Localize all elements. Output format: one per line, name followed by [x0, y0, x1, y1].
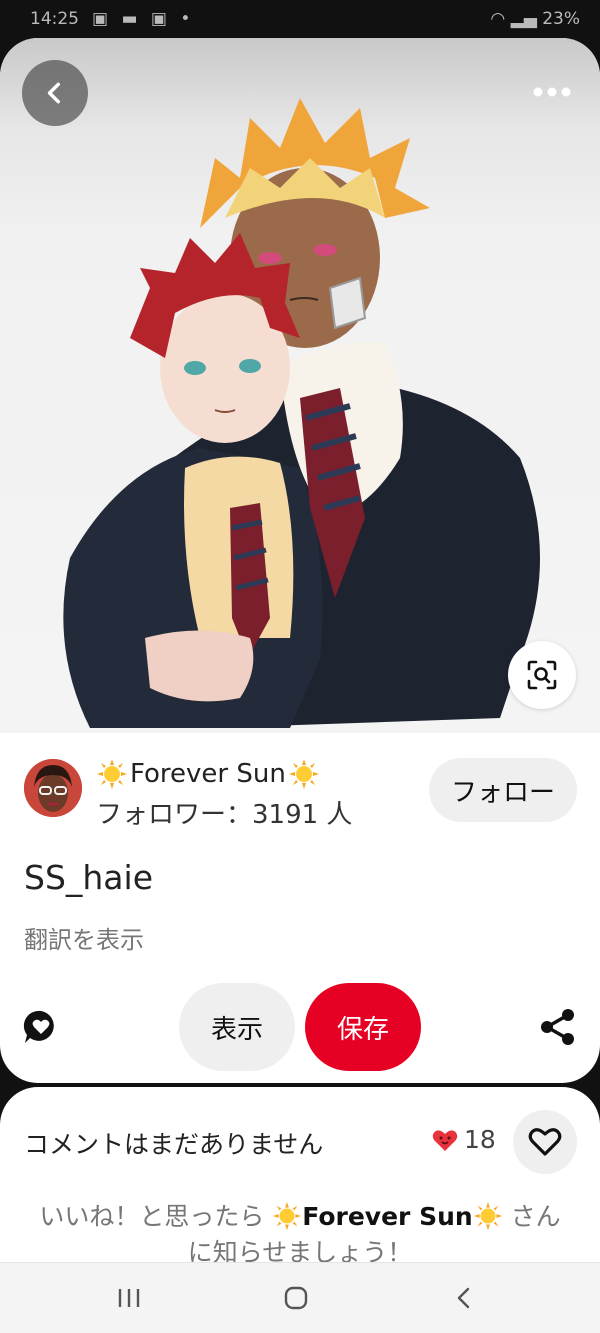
sun-emoji-icon	[473, 1201, 502, 1231]
sun-emoji-icon	[97, 759, 127, 789]
view-button[interactable]: 表示	[179, 983, 295, 1071]
action-row: 表示 保存	[0, 981, 600, 1071]
heart-face-icon	[432, 1129, 458, 1151]
share-button[interactable]	[538, 1007, 578, 1047]
system-nav-bar	[0, 1262, 600, 1333]
reaction-count[interactable]: 18	[432, 1125, 496, 1154]
pin-illustration	[63, 98, 540, 728]
sun-emoji-icon	[273, 1201, 302, 1231]
pin-title: SS_haie	[24, 858, 154, 897]
status-bar: 14:25 ▣ ▬ ▣ • ◠ ▂▄ 23%	[0, 0, 600, 40]
pin-image[interactable]	[0, 38, 600, 733]
like-prompt: いいね！と思ったら Forever Sun さんに知らせましょう！	[30, 1199, 570, 1271]
battery-text: 23%	[542, 9, 580, 29]
system-back-icon	[457, 1287, 470, 1309]
no-comments-text: コメントはまだありません	[24, 1130, 324, 1159]
sun-emoji-icon	[288, 759, 319, 789]
creator-avatar[interactable]	[24, 759, 82, 817]
prompt-creator-name[interactable]: Forever Sun	[302, 1202, 472, 1231]
comment-heart-icon	[23, 1010, 54, 1043]
wifi-signal-icon: ◠ ▂▄	[490, 9, 537, 29]
creator-name[interactable]: Forever Sun	[96, 758, 320, 790]
creator-row: Forever Sun フォロワー：3191 人 フォロー	[0, 756, 600, 836]
follow-button[interactable]: フォロー	[429, 758, 577, 822]
heart-outline-icon	[528, 1128, 562, 1156]
pin-card: Forever Sun フォロワー：3191 人 フォロー SS_haie 翻訳…	[0, 38, 600, 1083]
share-icon	[541, 1009, 574, 1045]
comment-button[interactable]	[22, 1008, 60, 1046]
back-button[interactable]	[22, 60, 88, 126]
visual-search-icon	[527, 660, 557, 690]
prompt-before: いいね！と思ったら	[39, 1202, 273, 1231]
like-button[interactable]	[513, 1110, 577, 1174]
follower-count: フォロワー：3191 人	[96, 800, 353, 830]
status-time: 14:25	[30, 9, 79, 29]
avatar-image	[24, 759, 82, 817]
creator-name-text: Forever Sun	[130, 759, 286, 789]
save-button[interactable]: 保存	[305, 983, 421, 1071]
reaction-count-text: 18	[464, 1125, 496, 1154]
recents-icon	[118, 1289, 140, 1307]
more-icon	[533, 87, 571, 97]
notification-icons: ▣ ▬ ▣ •	[92, 9, 195, 29]
visual-search-button[interactable]	[508, 641, 576, 709]
home-icon	[284, 1286, 308, 1310]
comments-section: コメントはまだありません 18 いいね！と思ったら Forever Sun さん…	[0, 1087, 600, 1287]
home-button[interactable]	[276, 1283, 316, 1313]
translate-link[interactable]: 翻訳を表示	[24, 920, 144, 955]
back-icon	[47, 82, 60, 104]
status-right: ◠ ▂▄ 23%	[490, 9, 580, 29]
more-options-button[interactable]	[524, 72, 580, 112]
system-back-button[interactable]	[444, 1283, 484, 1313]
recent-apps-button[interactable]	[109, 1283, 149, 1313]
